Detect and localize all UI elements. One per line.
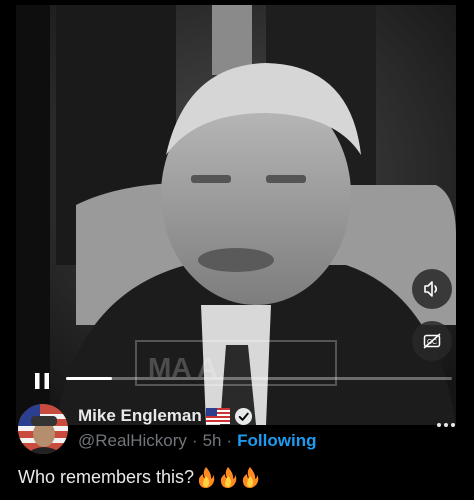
pause-icon: [35, 373, 49, 389]
volume-button[interactable]: [412, 269, 452, 309]
following-button[interactable]: Following: [237, 431, 316, 451]
author-name[interactable]: Mike Engleman: [78, 406, 202, 426]
more-options-icon[interactable]: [434, 420, 458, 430]
video-frame: MA A: [16, 5, 456, 425]
avatar[interactable]: [18, 404, 68, 454]
fire-emoji-icon: [242, 467, 259, 488]
pause-button[interactable]: [32, 371, 52, 391]
separator-dot: ·: [226, 431, 233, 450]
fire-emoji-icon: [220, 467, 237, 488]
video-player[interactable]: MA A CC: [16, 5, 456, 425]
speaker-icon: [424, 281, 438, 297]
captions-off-icon: CC: [423, 333, 441, 349]
progress-fill: [66, 377, 113, 380]
fire-emoji-icon: [198, 467, 215, 488]
post-header: Mike Engleman @RealHickory · 5h · Follow…: [18, 404, 458, 454]
verified-badge-icon: [234, 407, 252, 425]
post-text: Who remembers this?: [18, 466, 195, 487]
post-text-container: Who remembers this?: [18, 466, 260, 488]
us-flag-icon: [205, 408, 230, 424]
separator-dot: ·: [191, 431, 198, 450]
emoji-group: [196, 466, 260, 488]
post-time[interactable]: 5h: [203, 431, 222, 451]
captions-button[interactable]: CC: [412, 321, 452, 361]
author-handle[interactable]: @RealHickory: [78, 431, 187, 451]
progress-bar[interactable]: [66, 377, 452, 380]
avatar-image: [18, 404, 68, 454]
